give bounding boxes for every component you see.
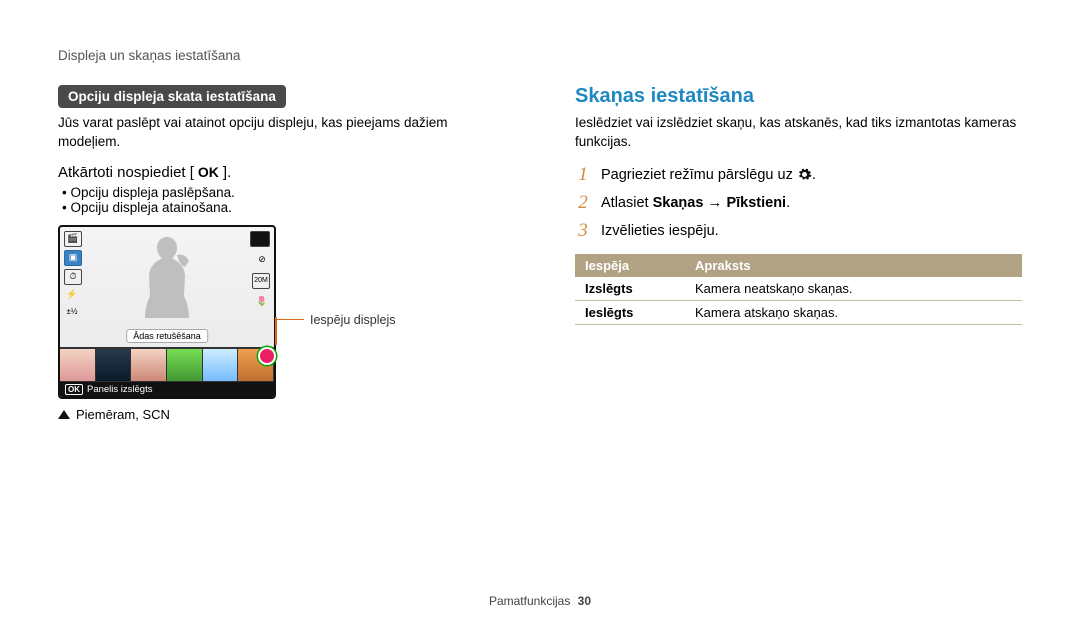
option-cell: Izslēgts	[575, 277, 685, 301]
lcd-tooltip: Ādas retušēšana	[126, 329, 208, 343]
ev-icon: ±½	[64, 305, 80, 319]
step-item: 3 Izvēlieties iespēju.	[575, 220, 1022, 242]
options-table: Iespēja Apraksts Izslēgts Kamera neatska…	[575, 254, 1022, 325]
table-row: Ieslēgts Kamera atskaņo skaņas.	[575, 300, 1022, 324]
lcd-main-area: 🎬 ▣ ⏱ ⚡ ±½ ⊘ 20M 🌷	[60, 227, 274, 347]
step-text: Izvēlieties iespēju.	[601, 223, 719, 239]
table-row: Izslēgts Kamera neatskaņo skaņas.	[575, 277, 1022, 301]
ok-mini-icon: OK	[65, 384, 83, 395]
step-number: 1	[575, 164, 591, 186]
step-number: 2	[575, 192, 591, 214]
film-thumb	[60, 349, 96, 381]
section-heading: Skaņas iestatīšana	[575, 85, 1022, 108]
camera-lcd-mock: 🎬 ▣ ⏱ ⚡ ±½ ⊘ 20M 🌷	[58, 225, 276, 399]
gear-icon	[797, 167, 812, 182]
section-intro: Ieslēdziet vai izslēdziet skaņu, kas ats…	[575, 114, 1022, 152]
description-cell: Kamera atskaņo skaņas.	[685, 300, 1022, 324]
callout-line	[276, 319, 304, 320]
lcd-with-callout: 🎬 ▣ ⏱ ⚡ ±½ ⊘ 20M 🌷	[58, 225, 505, 399]
arrow-right-icon: →	[707, 194, 722, 211]
timer-icon: ⏱	[64, 269, 82, 285]
page-header: Displeja un skaņas iestatīšana	[58, 48, 1022, 63]
option-filmstrip	[60, 347, 274, 382]
step-number: 3	[575, 220, 591, 242]
bullet-item: Opciju displeja paslēpšana.	[62, 185, 505, 200]
manual-page: Displeja un skaņas iestatīšana Opciju di…	[0, 0, 1080, 630]
film-thumb	[96, 349, 132, 381]
step-pre: Pagrieziet režīmu pārslēgu uz	[601, 167, 797, 183]
flower-overlay-icon	[258, 347, 276, 365]
film-thumb	[203, 349, 239, 381]
subsection-pill: Opciju displeja skata iestatīšana	[58, 85, 286, 108]
lcd-footer-text: Panelis izslēgts	[87, 384, 152, 395]
bullet-list: Opciju displeja paslēpšana. Opciju displ…	[58, 185, 505, 215]
step-item: 2 Atlasiet Skaņas → Pīkstieni.	[575, 192, 1022, 214]
table-header-description: Apraksts	[685, 254, 1022, 277]
no-flash-icon: ⊘	[254, 253, 270, 267]
instruction-post: ].	[223, 164, 231, 181]
left-column: Opciju displeja skata iestatīšana Jūs va…	[58, 85, 505, 422]
step-post: .	[786, 195, 790, 211]
triangle-up-icon	[58, 410, 70, 419]
table-header-option: Iespēja	[575, 254, 685, 277]
lcd-icons-right: ⊘ 20M 🌷	[250, 231, 270, 309]
lcd-caption: Piemēram, SCN	[58, 407, 505, 422]
option-cell: Ieslēgts	[575, 300, 685, 324]
mode-icon: ▣	[64, 250, 82, 266]
step-bold: Skaņas	[653, 195, 704, 211]
caption-text: Piemēram, SCN	[76, 407, 170, 422]
right-column: Skaņas iestatīšana Ieslēdziet vai izslēd…	[575, 85, 1022, 422]
numbered-steps: 1 Pagrieziet režīmu pārslēgu uz . 2 Atla…	[575, 164, 1022, 242]
step-item: 1 Pagrieziet režīmu pārslēgu uz .	[575, 164, 1022, 186]
page-footer: Pamatfunkcijas 30	[0, 594, 1080, 608]
step-pre: Atlasiet	[601, 195, 653, 211]
callout-label: Iespēju displejs	[310, 313, 395, 327]
instruction-pre: Atkārtoti nospiediet [	[58, 164, 194, 181]
bullet-item: Opciju displeja atainošana.	[62, 200, 505, 215]
size-icon: 20M	[252, 273, 270, 289]
flash-icon: ⚡	[64, 288, 80, 302]
battery-icon	[250, 231, 270, 247]
page-number: 30	[578, 594, 591, 608]
film-thumb	[167, 349, 203, 381]
step-text: Pagrieziet režīmu pārslēgu uz .	[601, 167, 816, 183]
subject-silhouette	[127, 233, 207, 325]
intro-text: Jūs varat paslēpt vai atainot opciju dis…	[58, 114, 505, 152]
two-column-layout: Opciju displeja skata iestatīšana Jūs va…	[58, 85, 1022, 422]
film-thumb	[131, 349, 167, 381]
ok-button-label: OK	[198, 164, 219, 180]
macro-icon: 🌷	[254, 295, 270, 309]
step-bold: Pīkstieni	[726, 195, 786, 211]
lcd-icons-left: 🎬 ▣ ⏱ ⚡ ±½	[64, 231, 82, 319]
lcd-footer: OK Panelis izslēgts	[60, 382, 274, 397]
instruction-line: Atkārtoti nospiediet [ OK ].	[58, 164, 505, 181]
movie-icon: 🎬	[64, 231, 82, 247]
callout: Iespēju displejs	[276, 313, 395, 327]
description-cell: Kamera neatskaņo skaņas.	[685, 277, 1022, 301]
footer-section: Pamatfunkcijas	[489, 594, 570, 608]
step-post: .	[812, 167, 816, 183]
step-text: Atlasiet Skaņas → Pīkstieni.	[601, 194, 790, 211]
